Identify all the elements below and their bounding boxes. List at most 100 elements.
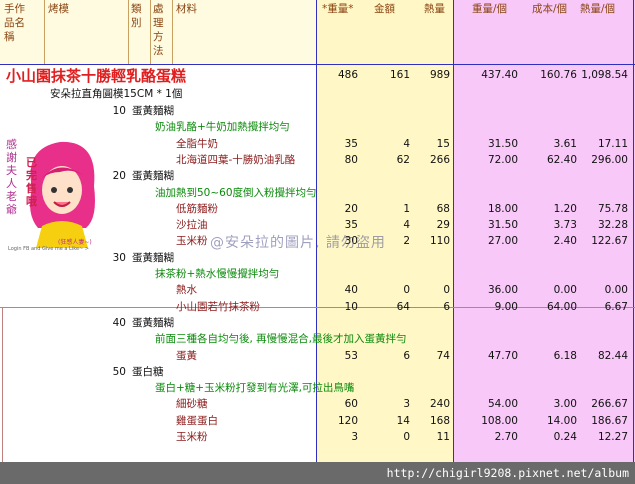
product-heat: 989	[429, 69, 450, 81]
col-divider	[172, 0, 173, 64]
step-name: 蛋黃麵糊	[132, 105, 174, 117]
weight-cell: 80	[344, 154, 358, 166]
product-weight: 486	[337, 69, 358, 81]
heat-each-cell: 0.00	[604, 284, 628, 296]
heat-each-cell: 296.00	[591, 154, 628, 166]
weight-cell: 35	[344, 138, 358, 150]
header-divider	[0, 64, 635, 65]
heat-each-cell: 12.27	[597, 431, 628, 443]
weight-cell: 3	[351, 431, 358, 443]
ingredient-name: 玉米粉	[176, 431, 208, 443]
heat-cell: 0	[443, 284, 450, 296]
header-cost-each: 成本/個	[532, 3, 568, 15]
recipe-spreadsheet: 手作品名稱 烤模 類別 處理方法 材料 *重量* 金額 熱量 重量/個 成本/個…	[0, 0, 635, 484]
heat-each-cell: 122.67	[591, 235, 628, 247]
cost-each-cell: 14.00	[546, 415, 577, 427]
weight-each-cell: 31.50	[487, 219, 518, 231]
method-text: 抹茶粉+熱水慢慢攪拌均勻	[155, 268, 280, 280]
heat-cell: 6	[443, 301, 450, 313]
heat-cell: 168	[429, 415, 450, 427]
step-name: 蛋黃麵糊	[132, 317, 174, 329]
heat-cell: 266	[429, 154, 450, 166]
ingredient-name: 雞蛋蛋白	[176, 415, 218, 427]
header-method: 處理方法	[153, 3, 164, 57]
avatar-side-text: 感謝夫人老爺	[6, 138, 17, 216]
header-heat: 熱量	[424, 3, 445, 15]
ingredient-name: 低筋麵粉	[176, 203, 218, 215]
header-category: 類別	[131, 3, 142, 29]
weight-cell: 10	[344, 301, 358, 313]
header-weight-each: 重量/個	[472, 3, 508, 15]
ingredient-name: 全脂牛奶	[176, 138, 218, 150]
cost-each-cell: 3.73	[553, 219, 577, 231]
sold-out-badge: 已完售哦	[26, 156, 37, 208]
product-heat-each: 1,098.54	[581, 69, 628, 81]
avatar-illustration: 感謝夫人老爺 已完售哦 Login FB and Give me a Like~…	[2, 128, 114, 262]
avatar-caption: Login FB and Give me a Like~ >	[8, 246, 89, 252]
cost-each-cell: 62.40	[546, 154, 577, 166]
heat-each-cell: 32.28	[597, 219, 628, 231]
cost-each-cell: 1.20	[553, 203, 577, 215]
left-divider	[2, 307, 3, 462]
weight-cell: 35	[344, 219, 358, 231]
heat-each-cell: 6.67	[604, 301, 628, 313]
ingredient-name: 沙拉油	[176, 219, 208, 231]
weight-each-cell: 72.00	[487, 154, 518, 166]
header-heat-each: 熱量/個	[580, 3, 616, 15]
weight-cell: 60	[344, 398, 358, 410]
header-weight: *重量*	[322, 3, 354, 15]
col-divider	[150, 0, 151, 64]
heat-cell: 110	[429, 235, 450, 247]
cost-each-cell: 6.18	[553, 350, 577, 362]
heat-each-cell: 17.11	[597, 138, 628, 150]
weight-each-cell: 2.70	[494, 431, 518, 443]
weight-each-cell: 9.00	[494, 301, 518, 313]
step-name: 蛋黃麵糊	[132, 252, 174, 264]
heat-each-cell: 186.67	[591, 415, 628, 427]
header-mold: 烤模	[48, 3, 69, 15]
col-divider-blue	[453, 0, 454, 462]
ingredient-name: 熱水	[176, 284, 197, 296]
avatar-caption-2: (狂感人妻~)	[58, 239, 92, 246]
weight-each-cell: 31.50	[487, 138, 518, 150]
cost-each-cell: 3.61	[553, 138, 577, 150]
ingredient-name: 細砂糖	[176, 398, 208, 410]
method-text: 蛋白+糖+玉米粉打發到有光澤,可拉出鳥嘴	[155, 382, 355, 394]
heat-cell: 74	[436, 350, 450, 362]
method-text: 奶油乳酪+牛奶加熱攪拌均勻	[155, 121, 290, 133]
product-weight-each: 437.40	[481, 69, 518, 81]
product-cost-each: 160.76	[540, 69, 577, 81]
heat-cell: 11	[436, 431, 450, 443]
step-number: 40	[112, 317, 126, 329]
cost-each-cell: 2.40	[553, 235, 577, 247]
header-material: 材料	[176, 3, 197, 15]
heat-cell: 68	[436, 203, 450, 215]
header-amount: 金額	[374, 3, 395, 15]
ingredient-name: 玉米粉	[176, 235, 208, 247]
step-name: 蛋黃麵糊	[132, 170, 174, 182]
weight-cell: 40	[344, 284, 358, 296]
ingredient-name: 小山園若竹抹茶粉	[176, 301, 260, 313]
cost-each-cell: 64.00	[546, 301, 577, 313]
method-text: 油加熱到50~60度倒入粉攪拌均勻	[155, 187, 317, 199]
step-name: 蛋白糖	[132, 366, 164, 378]
weight-cell: 120	[337, 415, 358, 427]
header-name: 手作品名稱	[4, 3, 25, 43]
col-divider	[128, 0, 129, 64]
ingredient-name: 蛋黃	[176, 350, 197, 362]
heat-cell: 29	[436, 219, 450, 231]
ingredient-name: 北海道四葉-十勝奶油乳酪	[176, 154, 296, 166]
weight-each-cell: 18.00	[487, 203, 518, 215]
heat-cell: 15	[436, 138, 450, 150]
weight-each-cell: 108.00	[481, 415, 518, 427]
method-text: 前面三種各自均勻後, 再慢慢混合,最後才加入蛋黃拌勻	[155, 333, 407, 345]
cost-each-cell: 0.00	[553, 284, 577, 296]
weight-cell: 20	[344, 203, 358, 215]
watermark-text: @安朵拉的圖片, 請勿盜用	[210, 235, 386, 251]
cost-each-cell: 3.00	[553, 398, 577, 410]
footer-url[interactable]: http://chigirl9208.pixnet.net/album	[0, 462, 635, 484]
product-title: 小山園抹茶十勝輕乳酪蛋糕	[6, 67, 187, 85]
heat-each-cell: 82.44	[597, 350, 628, 362]
weight-cell: 53	[344, 350, 358, 362]
heat-each-cell: 266.67	[591, 398, 628, 410]
